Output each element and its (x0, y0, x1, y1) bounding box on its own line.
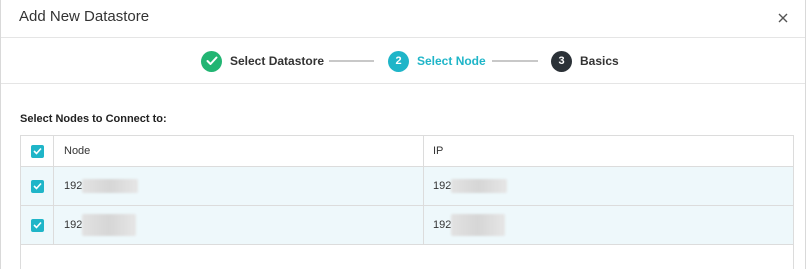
step-number: 3 (551, 50, 572, 72)
step-label: Select Node (417, 54, 486, 68)
check-icon (201, 50, 222, 72)
dialog-header: Add New Datastore (1, 0, 805, 38)
table-header-row: Node IP (21, 136, 793, 167)
ip-address: 192 (433, 219, 452, 231)
step-number: 2 (388, 50, 409, 72)
nodes-table: Node IP 192 192 192 192 (20, 135, 794, 269)
step-label: Select Datastore (230, 54, 325, 68)
close-icon[interactable] (775, 10, 791, 26)
step-basics: 3 Basics (551, 50, 619, 72)
row-checkbox[interactable] (30, 218, 44, 232)
step-connector (329, 60, 374, 62)
column-header-ip[interactable]: IP (424, 136, 793, 166)
step-select-datastore: Select Datastore (201, 50, 324, 72)
ip-address: 192 (433, 180, 452, 192)
select-all-checkbox[interactable] (30, 144, 44, 158)
step-select-node: 2 Select Node (388, 50, 486, 72)
redacted-text (82, 214, 137, 236)
wizard-steps: Select Datastore 2 Select Node 3 Basics (1, 38, 805, 84)
redacted-text (82, 179, 139, 193)
table-row[interactable]: 192 192 (21, 206, 793, 245)
dialog-title: Add New Datastore (19, 8, 150, 25)
add-datastore-dialog: Add New Datastore Select Datastore 2 Sel… (0, 0, 806, 269)
redacted-text (451, 179, 508, 193)
redacted-text (451, 214, 506, 236)
node-cell: 192 (54, 167, 424, 205)
ip-cell: 192 (424, 167, 793, 205)
node-name: 192 (64, 180, 83, 192)
step-connector (492, 60, 538, 62)
ip-cell: 192 (424, 206, 793, 244)
column-header-node[interactable]: Node (54, 136, 424, 166)
node-cell: 192 (54, 206, 424, 244)
section-label: Select Nodes to Connect to: (20, 113, 167, 125)
row-checkbox[interactable] (30, 179, 44, 193)
step-label: Basics (580, 54, 619, 68)
table-row[interactable]: 192 192 (21, 167, 793, 206)
node-name: 192 (64, 219, 83, 231)
